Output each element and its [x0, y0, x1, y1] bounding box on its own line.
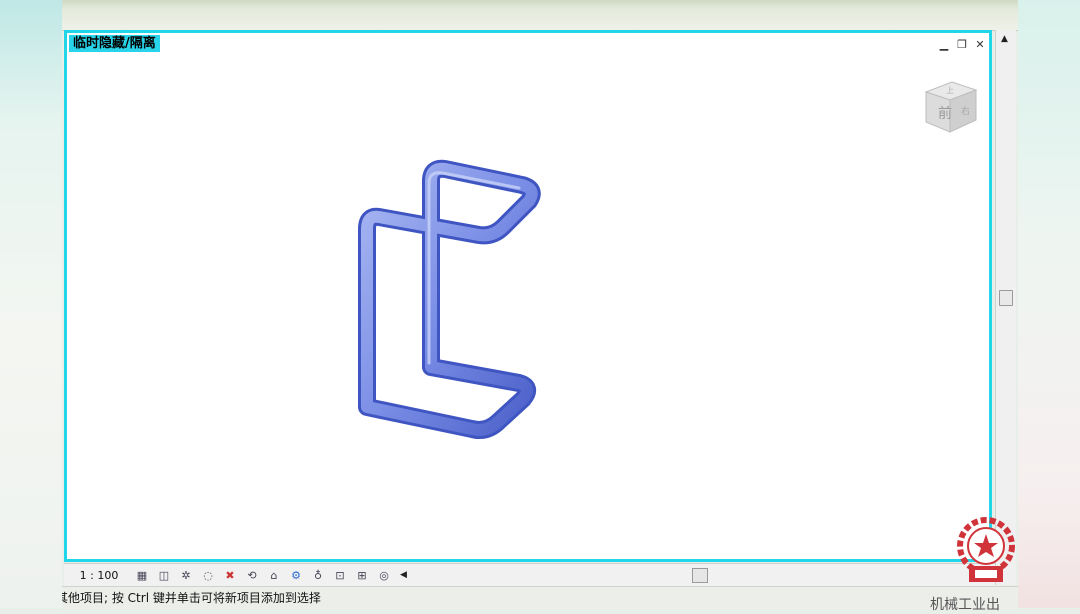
- reveal-hidden-icon[interactable]: ♁: [310, 568, 326, 582]
- top-ribbon-edge: [62, 0, 1018, 31]
- 3d-view-canvas[interactable]: 临时隐藏/隔离 ▁ ❐ ✕: [64, 30, 992, 562]
- left-background-margin: [0, 0, 62, 608]
- publisher-watermark: 机械工业出: [930, 597, 1000, 613]
- viewcube[interactable]: 前 上 右: [918, 76, 980, 138]
- right-background-margin: [1018, 0, 1080, 608]
- shadows-icon[interactable]: ◌: [200, 568, 216, 582]
- lock-3d-view-icon[interactable]: ⊡: [332, 568, 348, 582]
- pipe-shine: [427, 171, 521, 365]
- analysis-display-icon[interactable]: ⊞: [354, 568, 370, 582]
- publisher-logo-icon: [957, 517, 1015, 582]
- horizontal-scroll-thumb[interactable]: [692, 568, 708, 583]
- view-scale[interactable]: 1 : 100: [64, 569, 134, 582]
- vertical-scrollbar[interactable]: ▲: [995, 30, 1016, 585]
- visual-style-icon[interactable]: ◫: [156, 568, 172, 582]
- scroll-left-icon[interactable]: ◀: [400, 570, 407, 580]
- vertical-scroll-thumb[interactable]: [999, 290, 1013, 306]
- temporary-hide-icon[interactable]: ⚙: [288, 568, 304, 582]
- status-message: 其他项目; 按 Ctrl 键并单击可将新项目添加到选择: [62, 591, 321, 605]
- viewcube-top-label: 上: [946, 86, 954, 95]
- status-bar: 其他项目; 按 Ctrl 键并单击可将新项目添加到选择: [62, 586, 1018, 609]
- crop-view-icon[interactable]: ⟲: [244, 568, 260, 582]
- pipe-highlight: [361, 162, 538, 436]
- scroll-up-icon[interactable]: ▲: [1001, 34, 1008, 44]
- highlight-displacement-icon[interactable]: ◎: [376, 568, 392, 582]
- pipe-model[interactable]: [67, 33, 989, 559]
- viewcube-right-label: 右: [961, 105, 970, 117]
- pipe-segment-rear[interactable]: [358, 159, 541, 439]
- render-icon[interactable]: ✖: [222, 568, 238, 582]
- viewcube-front-label: 前: [938, 105, 952, 122]
- detail-level-icon[interactable]: ▦: [134, 568, 150, 582]
- view-control-bar: 1 : 100 ▦ ◫ ✲ ◌ ✖ ⟲ ⌂ ⚙ ♁ ⊡ ⊞ ◎ ◀: [64, 563, 995, 586]
- sun-path-icon[interactable]: ✲: [178, 568, 194, 582]
- show-crop-icon[interactable]: ⌂: [266, 568, 282, 582]
